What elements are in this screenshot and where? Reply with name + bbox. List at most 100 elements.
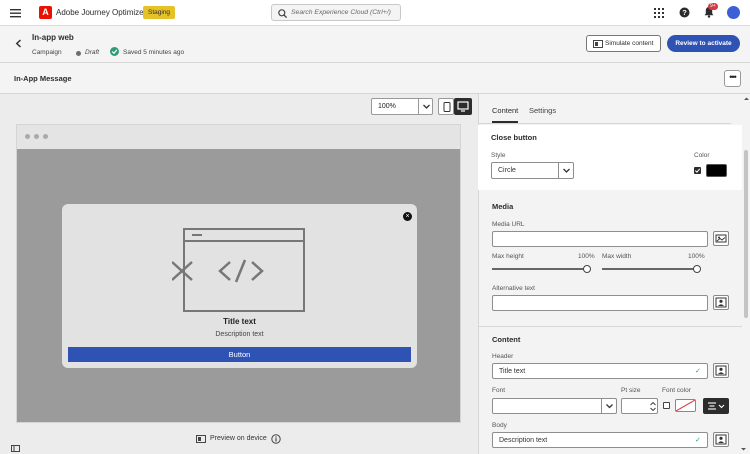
max-height-label: Max height	[492, 253, 524, 260]
text-alignment-dropdown[interactable]	[703, 398, 729, 414]
preview-on-device-label: Preview on device	[210, 435, 267, 442]
svg-text:?: ?	[682, 8, 687, 17]
info-icon[interactable]	[271, 434, 281, 444]
panel-toggle-icon[interactable]	[11, 445, 20, 452]
adobe-logo-icon[interactable]: A	[39, 6, 52, 19]
notification-count-badge: 9+	[708, 3, 718, 10]
desktop-icon	[457, 101, 469, 112]
header-text-value: Title text	[499, 368, 526, 375]
color-checkbox[interactable]	[694, 167, 701, 174]
tabs-divider	[479, 123, 731, 124]
campaign-type-label: Campaign	[32, 49, 62, 56]
header-label: Header	[492, 353, 514, 360]
code-window-illustration-icon	[172, 226, 307, 314]
style-label: Style	[491, 152, 506, 159]
simulate-icon	[593, 40, 603, 48]
body-text-input[interactable]: Description text ✓	[492, 432, 708, 448]
max-height-value: 100%	[578, 253, 595, 260]
font-dropdown[interactable]	[492, 398, 617, 414]
personalize-icon	[715, 365, 727, 376]
tab-content[interactable]: Content	[492, 106, 518, 115]
user-avatar[interactable]	[727, 6, 740, 19]
scrollbar-thumb[interactable]	[744, 150, 748, 318]
max-width-slider-track[interactable]	[602, 268, 698, 270]
campaign-header: In-app web Campaign Draft Saved 5 minute…	[0, 26, 750, 63]
content-heading: Content	[492, 335, 521, 344]
header-text-input[interactable]: Title text ✓	[492, 363, 708, 379]
modal-title: Title text	[223, 317, 256, 326]
apps-grid-icon[interactable]	[654, 8, 664, 18]
valid-check-icon: ✓	[695, 368, 701, 375]
image-picker-icon	[715, 234, 727, 243]
top-bar: A Adobe Journey Optimizer Staging Search…	[0, 0, 750, 26]
close-button-heading: Close button	[491, 133, 537, 142]
search-icon	[278, 9, 287, 18]
in-app-message-modal[interactable]: × Title text Description text Button	[62, 204, 417, 368]
max-width-value: 100%	[688, 253, 705, 260]
browser-dot-icon	[43, 134, 48, 139]
simulate-content-button[interactable]: Simulate content	[586, 35, 661, 52]
pt-size-label: Pt size	[621, 387, 641, 394]
editor-title: In-App Message	[14, 74, 72, 83]
preview-device-icon	[196, 435, 206, 443]
search-input[interactable]: Search Experience Cloud (Ctrl+/)	[271, 4, 401, 21]
browser-toolbar	[17, 125, 460, 149]
modal-cta-button[interactable]: Button	[68, 347, 411, 362]
max-height-slider-track[interactable]	[492, 268, 588, 270]
font-color-label: Font color	[662, 387, 691, 394]
chevron-down-icon	[601, 399, 616, 413]
max-width-slider-handle[interactable]	[693, 265, 701, 273]
search-placeholder: Search Experience Cloud (Ctrl+/)	[291, 9, 391, 16]
font-color-swatch[interactable]	[675, 399, 696, 412]
media-url-label: Media URL	[492, 221, 525, 228]
alternative-text-label: Alternative text	[492, 285, 535, 292]
font-color-checkbox[interactable]	[663, 402, 670, 409]
section-divider	[479, 326, 742, 327]
scroll-down-arrow-icon[interactable]	[740, 447, 747, 452]
max-height-slider-handle[interactable]	[583, 265, 591, 273]
style-dropdown[interactable]: Circle	[491, 162, 574, 179]
body-label: Body	[492, 422, 507, 429]
media-picker-button[interactable]	[713, 231, 729, 246]
color-label: Color	[694, 152, 710, 159]
app-name[interactable]: Adobe Journey Optimizer	[56, 8, 146, 17]
align-center-icon	[708, 402, 725, 410]
personalize-button[interactable]	[713, 295, 729, 310]
properties-panel: Content Settings Close button Style Circ…	[478, 94, 750, 454]
alternative-text-input[interactable]	[492, 295, 708, 311]
review-to-activate-button[interactable]: Review to activate	[667, 35, 740, 52]
close-color-swatch[interactable]	[706, 164, 727, 177]
more-actions-button[interactable]: •••	[724, 70, 741, 87]
stepper-arrows-icon[interactable]	[649, 400, 657, 413]
scroll-up-arrow-icon[interactable]	[743, 96, 750, 101]
personalize-icon	[715, 297, 727, 308]
body-text-value: Description text	[499, 437, 548, 444]
media-heading: Media	[492, 202, 514, 211]
status-dot-icon	[76, 51, 81, 56]
status-label: Draft	[85, 49, 100, 56]
close-icon[interactable]: ×	[403, 212, 412, 221]
back-arrow-icon[interactable]	[15, 39, 22, 48]
panel-scrollbar[interactable]	[742, 94, 750, 454]
personalize-icon	[715, 434, 727, 445]
help-icon[interactable]: ?	[679, 7, 690, 18]
desktop-view-button[interactable]	[454, 98, 472, 115]
tab-settings[interactable]: Settings	[529, 106, 556, 115]
environment-badge: Staging	[143, 6, 176, 19]
style-value: Circle	[498, 167, 516, 174]
editor-title-bar: In-App Message •••	[0, 63, 750, 94]
modal-description: Description text	[215, 331, 264, 338]
personalize-button[interactable]	[713, 363, 729, 378]
page-title: In-app web	[32, 33, 74, 42]
saved-status-text: Saved 5 minutes ago	[123, 49, 185, 56]
zoom-dropdown[interactable]: 100%	[371, 98, 433, 115]
browser-preview-frame: × Title text Description text Button	[16, 124, 461, 423]
close-button-section: Close button Style Circle Color	[478, 125, 742, 190]
pt-size-stepper[interactable]	[621, 398, 658, 414]
hamburger-menu-icon[interactable]	[10, 8, 21, 18]
max-width-label: Max width	[602, 253, 632, 260]
media-url-input[interactable]	[492, 231, 708, 247]
personalize-button[interactable]	[713, 432, 729, 447]
mobile-view-button[interactable]	[438, 98, 454, 115]
font-label: Font	[492, 387, 506, 394]
